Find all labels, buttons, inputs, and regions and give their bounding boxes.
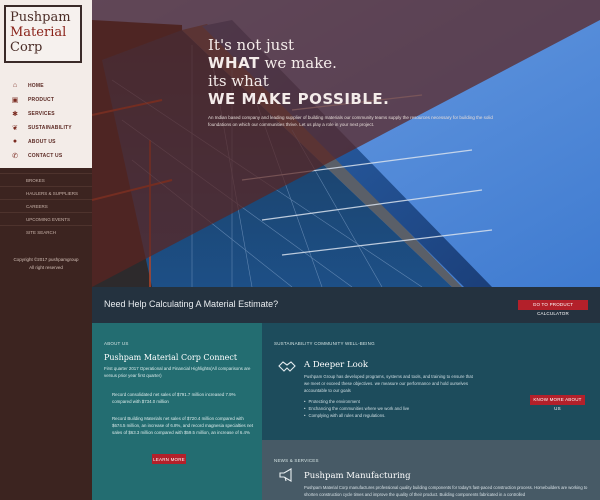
nav-item-about[interactable]: ● ABOUT US — [10, 134, 72, 149]
nav-label: PRODUCT — [28, 96, 55, 103]
copyright: Copyright ©2017 pushpamgroup All right r… — [0, 256, 92, 272]
nav-label: ABOUT US — [28, 138, 56, 145]
list-item: Enchancing the communities where we work… — [304, 405, 410, 412]
subnav-item-events[interactable]: UPCOMING EVENTS — [0, 212, 92, 225]
sustain-text: Pushpam Group has developed programs, sy… — [304, 374, 473, 393]
cart-icon: ▣ — [11, 96, 19, 104]
about-intro: First quarter 2017 Operational and Finan… — [104, 366, 251, 378]
sustain-label: SUSTAINABILITY COMMUNITY WELL-BEING — [274, 341, 375, 346]
nav-label: HOME — [28, 82, 44, 89]
hero-text: It's not just WHAT we make. its what WE … — [208, 36, 498, 128]
news-label: NEWS & SERVICES — [274, 458, 319, 463]
info-icon: ● — [12, 138, 18, 145]
nav-item-sustainability[interactable]: ❦ SUSTAINABILITY — [10, 120, 72, 135]
gear-icon: ✱ — [12, 110, 18, 118]
subnav-item-brokes[interactable]: BROKES — [0, 173, 92, 186]
sidebar: Pushpam Material Corp ⌂ HOME ▣ PRODUCT ✱… — [0, 0, 92, 500]
nav-label: SUSTAINABILITY — [28, 124, 72, 131]
about-bullet-2: Record Building Materials net sales of $… — [112, 416, 254, 435]
hero-subtext: An Indian based company and leading supp… — [208, 115, 493, 127]
about-section: ABOUT US Pushpam Material Corp Connect F… — [92, 323, 262, 500]
hero-line-1: It's not just — [208, 36, 295, 54]
sustainability-section: SUSTAINABILITY COMMUNITY WELL-BEING A De… — [262, 323, 600, 440]
about-label: ABOUT US — [104, 341, 129, 346]
copyright-line-2: All right reserved — [29, 265, 63, 270]
nav-item-product[interactable]: ▣ PRODUCT — [10, 92, 72, 107]
nav-item-services[interactable]: ✱ SERVICES — [10, 106, 72, 121]
logo[interactable]: Pushpam Material Corp — [4, 5, 82, 63]
hero-line-4: WE MAKE POSSIBLE. — [208, 90, 498, 108]
list-item: Complying with all rules and regulations… — [304, 412, 409, 419]
about-title: Pushpam Material Corp Connect — [104, 353, 238, 362]
news-text: Pushpam Material Corp manufactures profe… — [304, 485, 588, 497]
hero-line-2: WHAT we make. — [208, 54, 498, 72]
leaf-icon: ❦ — [12, 124, 18, 132]
news-section: NEWS & SERVICES Pushpam Manufacturing Pu… — [262, 440, 600, 500]
hero-line-4-strong: WE MAKE POSSIBLE. — [208, 90, 390, 108]
learn-more-button[interactable]: LEARN MORE — [152, 454, 186, 464]
calculator-banner: Need Help Calculating A Material Estimat… — [92, 287, 600, 323]
megaphone-icon — [279, 468, 292, 482]
logo-line-3: Corp — [10, 40, 43, 55]
nav-item-home[interactable]: ⌂ HOME — [10, 78, 72, 93]
sustain-title: A Deeper Look — [304, 360, 368, 370]
main-nav: ⌂ HOME ▣ PRODUCT ✱ SERVICES ❦ SUSTAINABI… — [10, 78, 72, 162]
handshake-icon — [278, 361, 296, 372]
subnav-item-search[interactable]: SITE SEARCH — [0, 225, 92, 238]
nav-label: SERVICES — [28, 110, 55, 117]
sustain-list: Protecting the environment Enchancing th… — [304, 398, 410, 419]
hero: It's not just WHAT we make. its what WE … — [92, 0, 600, 287]
home-icon: ⌂ — [12, 82, 18, 89]
nav-label: CONTACT US — [28, 152, 63, 159]
subnav-item-haulers[interactable]: HAULERS & SUPPLIERS — [0, 186, 92, 199]
banner-title: Need Help Calculating A Material Estimat… — [104, 299, 279, 309]
news-title: Pushpam Manufacturing — [304, 471, 411, 481]
know-more-button[interactable]: KNOW MORE ABOUT US — [530, 395, 585, 411]
hero-line-2-rest: we make. — [259, 54, 337, 72]
about-bullet-1: Record consolidated net sales of $791.7 … — [112, 392, 236, 404]
phone-icon: ✆ — [12, 152, 18, 160]
logo-line-2: Material — [10, 25, 67, 40]
hero-line-2-strong: WHAT — [208, 54, 260, 72]
subnav-item-careers[interactable]: CAREERS — [0, 199, 92, 212]
product-calculator-button[interactable]: GO TO PRODUCT CALCULATOR — [518, 300, 588, 316]
copyright-line-1: Copyright ©2017 pushpamgroup — [13, 257, 79, 262]
logo-line-1: Pushpam — [10, 10, 71, 25]
sub-nav: BROKES HAULERS & SUPPLIERS CAREERS UPCOM… — [0, 168, 92, 290]
nav-item-contact[interactable]: ✆ CONTACT US — [10, 148, 72, 163]
list-item: Protecting the environment — [304, 398, 409, 405]
hero-line-3: its what — [208, 72, 269, 90]
